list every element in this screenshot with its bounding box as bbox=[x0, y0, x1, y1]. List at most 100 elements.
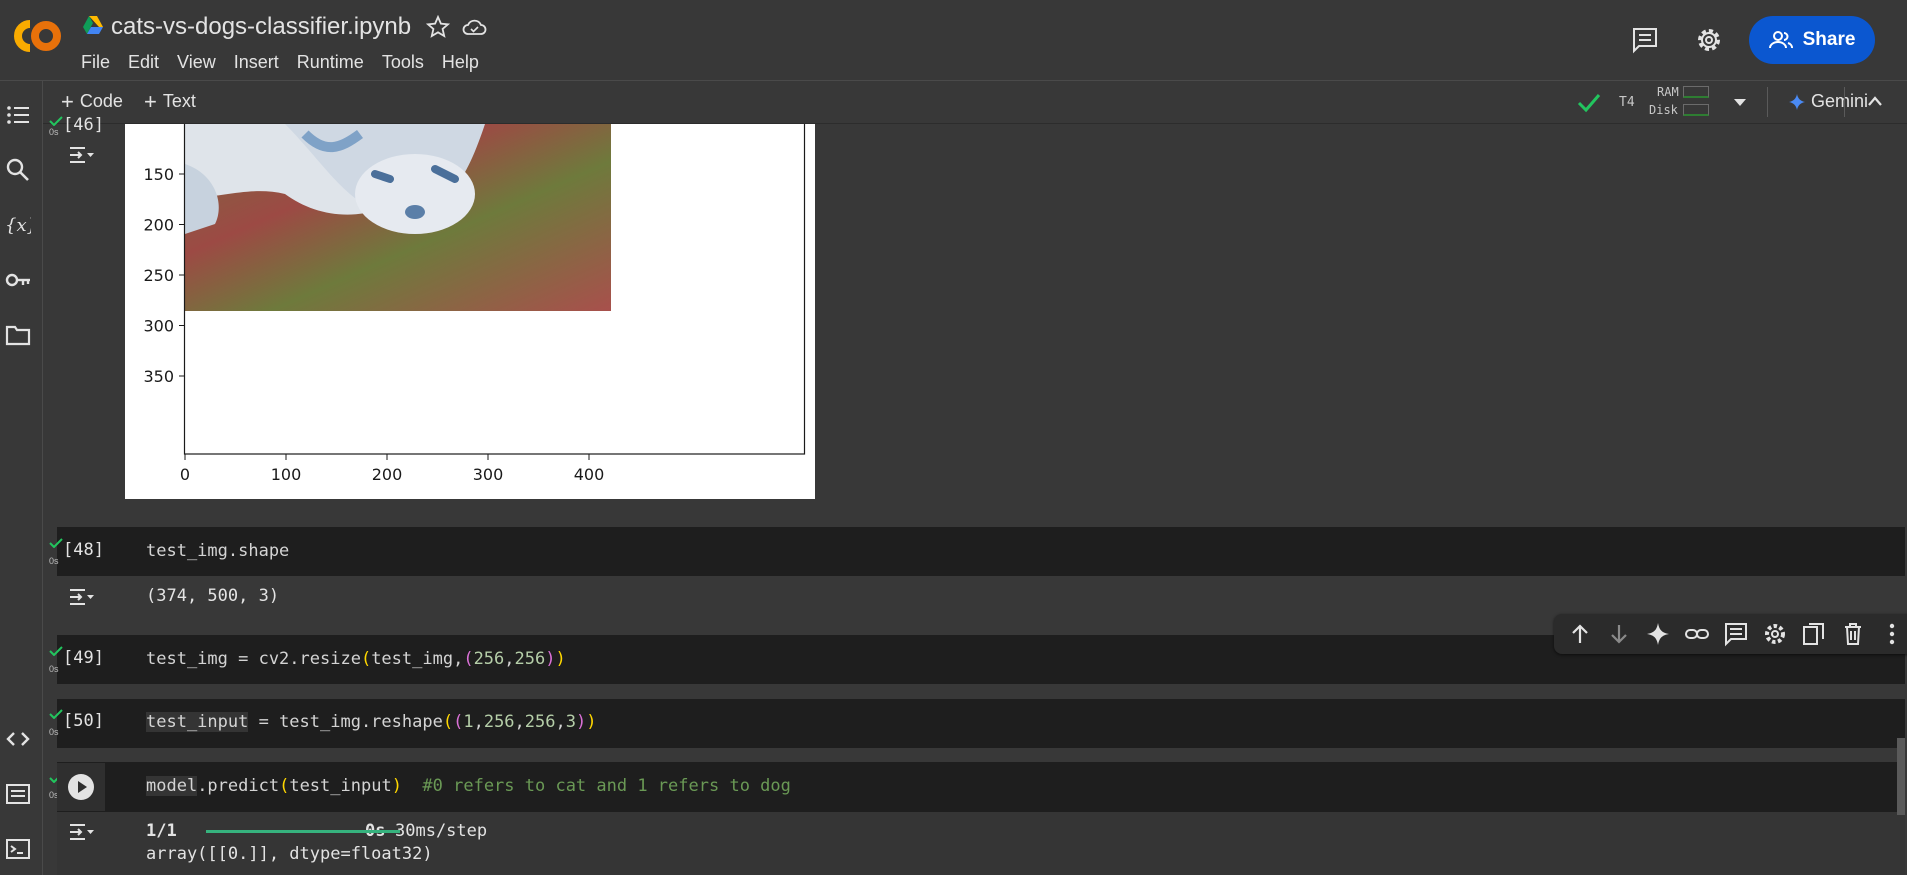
add-code-button[interactable]: + Code bbox=[61, 90, 123, 112]
code-token: , bbox=[555, 712, 566, 732]
cat-image bbox=[185, 124, 611, 311]
menu-file[interactable]: File bbox=[81, 50, 110, 75]
code-token: ) bbox=[545, 649, 556, 669]
code-token: ( bbox=[279, 776, 290, 796]
code-token: ) bbox=[391, 776, 402, 796]
table-of-contents-icon[interactable] bbox=[5, 102, 31, 128]
code-snippets-icon[interactable] bbox=[5, 726, 31, 752]
connected-check-icon[interactable] bbox=[1576, 91, 1602, 113]
menu-runtime[interactable]: Runtime bbox=[297, 50, 364, 75]
star-icon[interactable] bbox=[426, 15, 450, 39]
cell-toolbar bbox=[1554, 614, 1907, 654]
comment-icon[interactable] bbox=[1630, 25, 1660, 55]
code-token: 256 bbox=[473, 649, 505, 669]
code-token: ( bbox=[463, 649, 474, 669]
folder-icon[interactable] bbox=[5, 322, 31, 348]
progress-step-label: 1/1 bbox=[146, 821, 177, 841]
x-tick-label: 100 bbox=[271, 465, 302, 484]
code-line[interactable]: model.predict(test_input) #0 refers to c… bbox=[146, 776, 791, 796]
toolbar-divider bbox=[1767, 87, 1768, 117]
x-tick-label: 200 bbox=[372, 465, 403, 484]
share-label: Share bbox=[1802, 29, 1856, 50]
code-token: , bbox=[504, 649, 515, 669]
code-line[interactable]: test_img.shape bbox=[146, 541, 289, 561]
progress-bar bbox=[206, 830, 400, 833]
page-scrollbar-thumb[interactable] bbox=[1897, 738, 1905, 815]
search-icon[interactable] bbox=[5, 157, 31, 183]
menu-view[interactable]: View bbox=[177, 50, 216, 75]
arrow-up-icon[interactable] bbox=[1567, 621, 1593, 647]
menu-tools[interactable]: Tools bbox=[382, 50, 424, 75]
google-drive-icon[interactable] bbox=[82, 15, 104, 35]
code-token: , bbox=[473, 712, 484, 732]
chevron-up-icon[interactable] bbox=[1866, 94, 1884, 108]
settings-gear-icon[interactable] bbox=[1762, 621, 1788, 647]
plus-icon: + bbox=[144, 88, 157, 114]
link-icon[interactable] bbox=[1684, 621, 1710, 647]
cell-success-check-icon bbox=[49, 116, 63, 126]
app-header: cats-vs-dogs-classifier.ipynb File Edit … bbox=[0, 0, 1907, 81]
code-token: 1 bbox=[463, 712, 474, 732]
y-tick-label: 250 bbox=[143, 266, 174, 285]
code-comment: #0 refers to cat and 1 refers to dog bbox=[401, 776, 791, 796]
image-plot-figure: 150 200 250 300 350 0 100 200 300 400 bbox=[125, 124, 815, 499]
code-line[interactable]: test_img = cv2.resize(test_img,(256,256)… bbox=[146, 649, 566, 669]
code-line[interactable]: test_input = test_img.reshape((1,256,256… bbox=[146, 712, 597, 732]
add-text-button[interactable]: + Text bbox=[144, 88, 196, 114]
notebook-toolbar: + Code + Text T4 RAM Disk Gemini bbox=[43, 81, 1907, 124]
code-token: test_img, bbox=[371, 649, 464, 669]
menu-help[interactable]: Help bbox=[442, 50, 479, 75]
progress-bar-fill bbox=[206, 830, 400, 833]
y-tick-label: 350 bbox=[143, 367, 174, 386]
menu-edit[interactable]: Edit bbox=[128, 50, 159, 75]
add-code-label: Code bbox=[79, 91, 123, 111]
execution-count: [48] bbox=[63, 540, 104, 560]
output-options-icon[interactable] bbox=[67, 586, 95, 608]
settings-gear-icon[interactable] bbox=[1694, 25, 1724, 55]
code-token: ( bbox=[453, 712, 464, 732]
more-vertical-icon[interactable] bbox=[1879, 621, 1905, 647]
share-button[interactable]: Share bbox=[1749, 16, 1875, 64]
notebook-title[interactable]: cats-vs-dogs-classifier.ipynb bbox=[111, 13, 411, 41]
output-options-icon[interactable] bbox=[67, 144, 95, 166]
x-tick-label: 400 bbox=[574, 465, 605, 484]
left-sidebar: {x} bbox=[0, 81, 43, 875]
colab-logo[interactable] bbox=[8, 14, 64, 58]
toolbar-divider bbox=[1844, 87, 1845, 117]
svg-text:{x}: {x} bbox=[5, 215, 31, 236]
mirror-cell-icon[interactable] bbox=[1801, 621, 1827, 647]
x-axis-ticks: 0 100 200 300 400 bbox=[180, 454, 604, 484]
ram-meter[interactable] bbox=[1683, 86, 1709, 98]
cloud-saved-icon[interactable] bbox=[461, 15, 487, 39]
runtime-type-label[interactable]: T4 bbox=[1619, 95, 1635, 110]
key-icon[interactable] bbox=[5, 267, 31, 293]
arrow-down-icon[interactable] bbox=[1606, 621, 1632, 647]
disk-label: Disk bbox=[1649, 103, 1678, 117]
gemini-button[interactable]: Gemini bbox=[1789, 91, 1868, 112]
disk-meter[interactable] bbox=[1683, 104, 1709, 116]
cell-output-text: array([[0.]], dtype=float32) bbox=[146, 844, 433, 864]
y-tick-label: 150 bbox=[143, 165, 174, 184]
output-options-icon[interactable] bbox=[67, 821, 95, 843]
comment-icon[interactable] bbox=[1723, 621, 1749, 647]
menu-insert[interactable]: Insert bbox=[234, 50, 279, 75]
ram-label: RAM bbox=[1657, 85, 1679, 99]
command-palette-icon[interactable] bbox=[5, 781, 31, 807]
run-cell-button[interactable] bbox=[57, 763, 105, 811]
gemini-label: Gemini bbox=[1811, 91, 1869, 111]
cell-exec-time: 0s bbox=[49, 664, 59, 674]
progress-rate: 30ms/step bbox=[395, 821, 488, 841]
delete-icon[interactable] bbox=[1840, 621, 1866, 647]
execution-count: [49] bbox=[63, 648, 104, 668]
code-token: ) bbox=[555, 649, 566, 669]
terminal-icon[interactable] bbox=[5, 836, 31, 862]
variables-icon[interactable]: {x} bbox=[5, 212, 31, 238]
cell-exec-time: 0s bbox=[49, 727, 59, 737]
code-editor[interactable] bbox=[57, 527, 1905, 576]
execution-count: [50] bbox=[63, 711, 104, 731]
chevron-down-icon[interactable] bbox=[1731, 95, 1749, 109]
gemini-sparkle-icon[interactable] bbox=[1645, 621, 1671, 647]
gemini-sparkle-icon bbox=[1789, 93, 1805, 110]
code-token: ) bbox=[576, 712, 587, 732]
code-token: ( bbox=[442, 712, 454, 732]
